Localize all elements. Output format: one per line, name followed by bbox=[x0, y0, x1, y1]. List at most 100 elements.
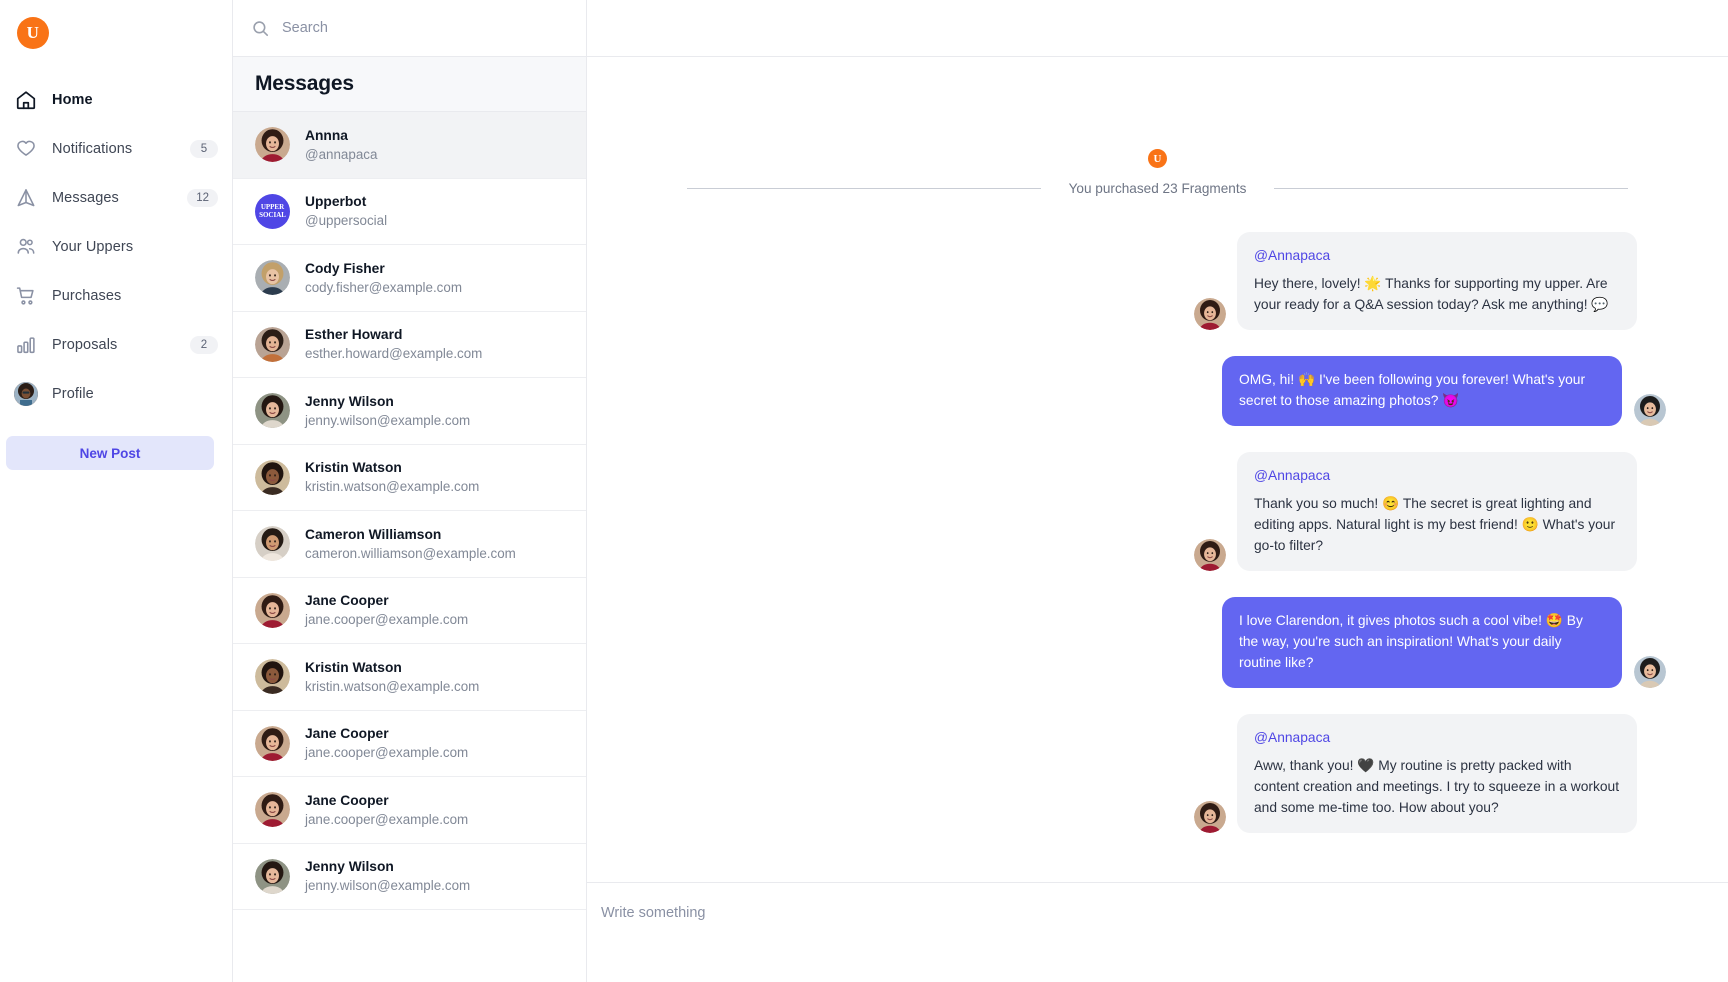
conversation-name: Jane Cooper bbox=[305, 792, 389, 808]
sidebar-item-label: Purchases bbox=[52, 287, 122, 304]
chat-bubble: I love Clarendon, it gives photos such a… bbox=[1222, 597, 1622, 688]
sidebar-item-label: Messages bbox=[52, 189, 119, 206]
new-post-button[interactable]: New Post bbox=[6, 436, 214, 470]
message-avatar bbox=[1634, 394, 1666, 426]
system-divider: You purchased 23 Fragments bbox=[587, 181, 1728, 196]
divider-line-left bbox=[687, 188, 1041, 189]
chat-scroll-area[interactable]: U You purchased 23 Fragments @Annapaca He… bbox=[587, 57, 1728, 882]
conversation-name: Upperbot bbox=[305, 194, 367, 210]
avatar bbox=[255, 393, 290, 429]
search-input[interactable] bbox=[282, 20, 562, 36]
conversation-name: Cody Fisher bbox=[305, 260, 385, 276]
message-avatar bbox=[1194, 298, 1226, 330]
send-icon bbox=[14, 186, 38, 210]
avatar bbox=[255, 659, 290, 695]
app-root: U Home Notifications 5 Messages 12 Your … bbox=[0, 0, 1728, 982]
bubble-handle[interactable]: @Annapaca bbox=[1254, 727, 1620, 748]
conversation-list-item[interactable]: Jenny Wilson jenny.wilson@example.com bbox=[233, 378, 586, 445]
app-logo[interactable]: U bbox=[17, 17, 49, 49]
conversation-list[interactable]: Annna @annapaca UPPER SOCIAL Upperbot @uppers… bbox=[233, 112, 586, 982]
avatar bbox=[255, 526, 290, 562]
shopping-cart-icon bbox=[14, 284, 38, 308]
chat-message-row: OMG, hi! 🙌 I've been following you forev… bbox=[587, 356, 1728, 426]
sidebar-item-your-uppers[interactable]: Your Uppers bbox=[0, 222, 232, 271]
chat-top-bar bbox=[587, 0, 1728, 57]
conversation-list-item[interactable]: Jane Cooper jane.cooper@example.com bbox=[233, 777, 586, 844]
conversation-name: Annna bbox=[305, 127, 348, 143]
avatar bbox=[255, 592, 290, 628]
conversation-name: Kristin Watson bbox=[305, 659, 402, 675]
composer-input[interactable] bbox=[601, 905, 1616, 921]
conversation-list-item[interactable]: Cameron Williamson cameron.williamson@exa… bbox=[233, 511, 586, 578]
conversation-subtitle: jenny.wilson@example.com bbox=[305, 412, 471, 428]
conversation-text: Cody Fisher cody.fisher@example.com bbox=[305, 259, 462, 297]
message-composer[interactable] bbox=[587, 882, 1728, 982]
avatar bbox=[255, 792, 290, 828]
chat-bubble: @Annapaca Hey there, lovely! 🌟 Thanks for… bbox=[1237, 232, 1637, 330]
conversation-name: Jenny Wilson bbox=[305, 393, 394, 409]
message-avatar bbox=[1194, 801, 1226, 833]
search-bar-container bbox=[233, 0, 586, 57]
sidebar-item-purchases[interactable]: Purchases bbox=[0, 271, 232, 320]
conversation-name: Jenny Wilson bbox=[305, 859, 394, 875]
conversation-name: Jane Cooper bbox=[305, 593, 389, 609]
conversation-list-item[interactable]: Jenny Wilson jenny.wilson@example.com bbox=[233, 843, 586, 910]
users-icon bbox=[14, 235, 38, 259]
home-icon bbox=[14, 88, 38, 112]
chat-bubble: OMG, hi! 🙌 I've been following you forev… bbox=[1222, 356, 1622, 426]
sidebar-item-label: Home bbox=[52, 91, 93, 108]
conversation-subtitle: jane.cooper@example.com bbox=[305, 811, 469, 827]
conversation-list-panel: Messages Annna @annapaca UPPERSOCIAL Upperb… bbox=[232, 0, 587, 982]
conversation-subtitle: cameron.williamson@example.com bbox=[305, 545, 516, 561]
search-icon bbox=[251, 19, 270, 38]
sidebar-item-label: Proposals bbox=[52, 336, 118, 353]
chat-message-row: @Annapaca Hey there, lovely! 🌟 Thanks for… bbox=[587, 232, 1728, 330]
conversation-subtitle: jenny.wilson@example.com bbox=[305, 878, 471, 894]
upper-logo-icon: U bbox=[1148, 149, 1167, 168]
conversation-subtitle: cody.fisher@example.com bbox=[305, 279, 462, 295]
conversation-list-item[interactable]: Jane Cooper jane.cooper@example.com bbox=[233, 710, 586, 777]
bubble-text: I love Clarendon, it gives photos such a… bbox=[1239, 613, 1583, 670]
avatar bbox=[255, 326, 290, 362]
conversation-text: Jenny Wilson jenny.wilson@example.com bbox=[305, 392, 470, 430]
sidebar-item-label: Your Uppers bbox=[52, 238, 134, 255]
message-avatar bbox=[1634, 656, 1666, 688]
sidebar-item-proposals[interactable]: Proposals 2 bbox=[0, 320, 232, 369]
conversation-list-item[interactable]: Jane Cooper jane.cooper@example.com bbox=[233, 577, 586, 644]
conversation-list-item[interactable]: Kristin Watson kristin.watson@example.com bbox=[233, 444, 586, 511]
bar-chart-icon bbox=[14, 333, 38, 357]
sidebar-nav: Home Notifications 5 Messages 12 Your Up… bbox=[0, 75, 232, 418]
sidebar-badge-proposals: 2 bbox=[190, 335, 218, 354]
avatar bbox=[255, 459, 290, 495]
conversation-text: Esther Howard esther.howard@example.com bbox=[305, 325, 482, 363]
chat-message-row: I love Clarendon, it gives photos such a… bbox=[587, 597, 1728, 688]
conversation-list-item[interactable]: UPPER SOCIAL Upperbot @uppersocial bbox=[233, 178, 586, 245]
conversation-subtitle: @uppersocial bbox=[305, 213, 388, 229]
conversation-list-item[interactable]: Annna @annapaca bbox=[233, 112, 586, 179]
sidebar-item-label: Notifications bbox=[52, 140, 133, 157]
conversation-list-item[interactable]: Cody Fisher cody.fisher@example.com bbox=[233, 245, 586, 312]
conversation-text: Jane Cooper jane.cooper@example.com bbox=[305, 791, 468, 829]
avatar bbox=[255, 260, 290, 296]
search-bar[interactable] bbox=[233, 19, 586, 38]
bubble-handle[interactable]: @Annapaca bbox=[1254, 245, 1620, 266]
sidebar-item-notifications[interactable]: Notifications 5 bbox=[0, 124, 232, 173]
avatar bbox=[255, 858, 290, 894]
conversation-text: Jane Cooper jane.cooper@example.com bbox=[305, 724, 468, 762]
conversation-list-item[interactable]: Kristin Watson kristin.watson@example.com bbox=[233, 644, 586, 711]
conversation-name: Kristin Watson bbox=[305, 460, 402, 476]
system-notice: U You purchased 23 Fragments bbox=[587, 57, 1728, 196]
message-avatar bbox=[1194, 539, 1226, 571]
sidebar-item-profile[interactable]: Profile bbox=[0, 369, 232, 418]
bubble-handle[interactable]: @Annapaca bbox=[1254, 465, 1620, 486]
conversation-list-item[interactable]: Esther Howard esther.howard@example.com bbox=[233, 311, 586, 378]
conversation-name: Jane Cooper bbox=[305, 726, 389, 742]
conversation-name: Cameron Williamson bbox=[305, 526, 442, 542]
sidebar-item-messages[interactable]: Messages 12 bbox=[0, 173, 232, 222]
sidebar-item-home[interactable]: Home bbox=[0, 75, 232, 124]
sidebar-badge-notifications: 5 bbox=[190, 139, 218, 158]
avatar bbox=[255, 127, 290, 163]
conversation-text: Cameron Williamson cameron.williamson@exa… bbox=[305, 525, 516, 563]
chat-panel: U You purchased 23 Fragments @Annapaca He… bbox=[587, 0, 1728, 982]
conversation-text: Kristin Watson kristin.watson@example.com bbox=[305, 458, 479, 496]
